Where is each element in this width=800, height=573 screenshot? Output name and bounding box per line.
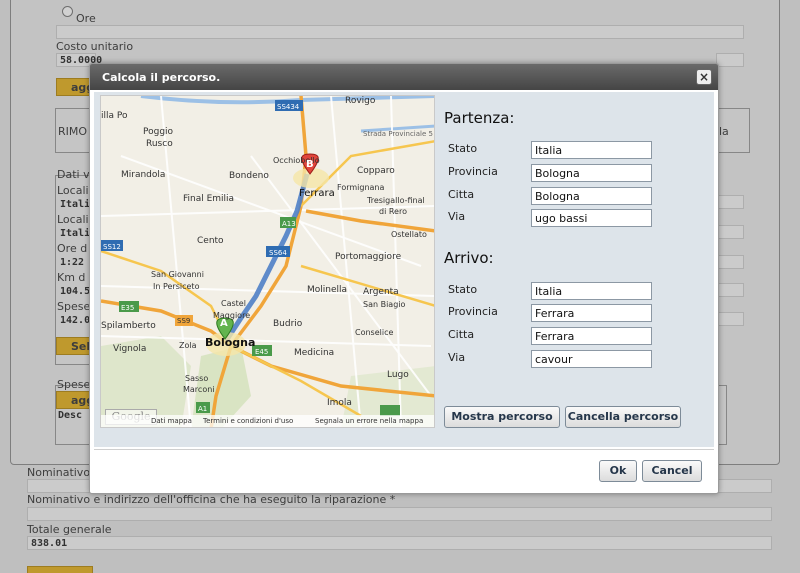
place-molinella: Molinella: [307, 285, 347, 295]
place-sasso: Sasso: [185, 374, 208, 383]
cancel-button[interactable]: Cancel: [642, 460, 702, 482]
place-rovigo: Rovigo: [345, 96, 376, 106]
road-a1: A1: [198, 405, 207, 413]
place-mirandola: Mirandola: [121, 170, 165, 180]
partenza-citta-label: Citta: [448, 188, 475, 201]
arrivo-citta-input[interactable]: Ferrara: [531, 327, 652, 345]
map-data-link[interactable]: Dati mappa: [151, 417, 192, 425]
place-san-biagio: San Biagio: [363, 300, 406, 309]
road-ss64: SS64: [269, 249, 287, 257]
cancella-percorso-button[interactable]: Cancella percorso: [565, 406, 681, 428]
place-marconi: Marconi: [183, 385, 215, 394]
ok-button[interactable]: Ok: [599, 460, 637, 482]
partenza-provincia-label: Provincia: [448, 165, 498, 178]
place-bologna: Bologna: [205, 336, 255, 349]
place-di-rero: di Rero: [379, 207, 407, 216]
road-ss12: SS12: [103, 243, 121, 251]
route-map[interactable]: Rovigo SS434 illa Po Poggio Rusco Strada…: [100, 95, 435, 428]
map-footer: Dati mappa Termini e condizioni d'uso Se…: [101, 415, 434, 427]
partenza-via-label: Via: [448, 210, 466, 223]
place-maggiore: Maggiore: [213, 311, 250, 320]
arrivo-heading: Arrivo:: [444, 249, 494, 267]
place-argenta: Argenta: [363, 287, 399, 297]
partenza-stato-label: Stato: [448, 142, 478, 155]
place-san-giovanni: San Giovanni: [151, 270, 204, 279]
road-a13: A13: [282, 220, 296, 228]
close-icon[interactable]: ×: [696, 69, 712, 85]
place-villa-po: illa Po: [101, 111, 128, 121]
road-ss9: SS9: [177, 317, 190, 325]
dialog-body: Rovigo SS434 illa Po Poggio Rusco Strada…: [94, 92, 714, 447]
place-formignana: Formignana: [337, 183, 384, 192]
place-lugo: Lugo: [387, 370, 409, 380]
road-e45: E45: [255, 348, 268, 356]
place-rusco: Rusco: [146, 139, 173, 149]
place-ostellato: Ostellato: [391, 230, 427, 239]
place-cento: Cento: [197, 236, 224, 246]
place-medicina: Medicina: [294, 348, 334, 358]
road-provinciale: Strada Provinciale 5: [363, 130, 433, 138]
place-castel: Castel: [221, 299, 246, 308]
dialog-footer-divider: [94, 449, 714, 450]
place-conselice: Conselice: [355, 328, 393, 337]
place-budrio: Budrio: [273, 319, 303, 329]
partenza-heading: Partenza:: [444, 109, 515, 127]
place-final-emilia: Final Emilia: [183, 194, 234, 204]
partenza-stato-input[interactable]: Italia: [531, 141, 652, 159]
arrivo-provincia-input[interactable]: Ferrara: [531, 304, 652, 322]
map-terms-link[interactable]: Termini e condizioni d'uso: [203, 417, 293, 425]
marker-a-label: A: [220, 318, 228, 329]
place-ferrara: Ferrara: [299, 188, 335, 199]
place-imola: Imola: [327, 398, 352, 408]
partenza-via-input[interactable]: ugo bassi: [531, 209, 652, 227]
route-dialog: Calcola il percorso. × Rovigo SS434 illa…: [89, 63, 719, 494]
arrivo-citta-label: Citta: [448, 328, 475, 341]
place-copparo: Copparo: [357, 166, 395, 176]
place-portomaggiore: Portomaggiore: [335, 252, 402, 262]
dialog-title: Calcola il percorso.: [102, 71, 221, 84]
map-report-link[interactable]: Segnala un errore nella mappa: [315, 417, 423, 425]
map-canvas: Rovigo SS434 illa Po Poggio Rusco Strada…: [101, 96, 434, 427]
place-vignola: Vignola: [113, 344, 146, 354]
arrivo-stato-label: Stato: [448, 283, 478, 296]
place-spilamberto: Spilamberto: [101, 321, 156, 331]
partenza-citta-input[interactable]: Bologna: [531, 187, 652, 205]
place-zola: Zola: [179, 341, 197, 350]
marker-b-label: B: [306, 159, 314, 170]
place-poggio: Poggio: [143, 127, 174, 137]
arrivo-provincia-label: Provincia: [448, 305, 498, 318]
road-e35: E35: [121, 304, 134, 312]
place-bondeno: Bondeno: [229, 171, 269, 181]
dialog-titlebar: Calcola il percorso. ×: [90, 64, 718, 90]
partenza-provincia-input[interactable]: Bologna: [531, 164, 652, 182]
mostra-percorso-button[interactable]: Mostra percorso: [444, 406, 560, 428]
arrivo-via-input[interactable]: cavour: [531, 350, 652, 368]
road-ss434: SS434: [277, 103, 300, 111]
place-tresigallo: Tresigallo-final: [366, 196, 425, 205]
arrivo-via-label: Via: [448, 351, 466, 364]
place-persiceto: In Persiceto: [153, 282, 200, 291]
arrivo-stato-input[interactable]: Italia: [531, 282, 652, 300]
